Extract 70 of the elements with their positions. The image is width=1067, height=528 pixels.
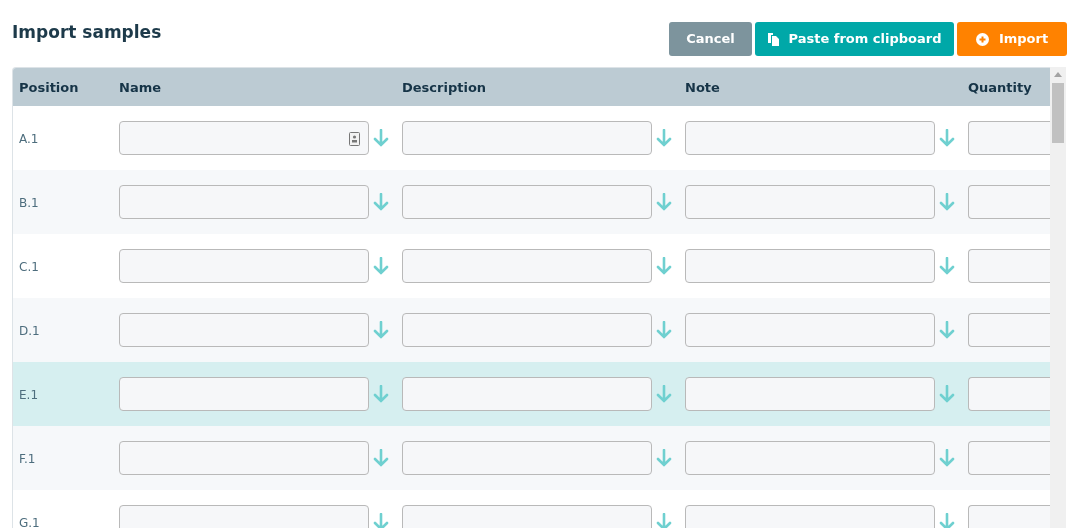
scrollbar-thumb[interactable] — [1052, 83, 1064, 143]
input-field[interactable] — [968, 249, 1050, 283]
column-header: Position — [19, 80, 79, 95]
position-cell: B.1 — [19, 196, 39, 210]
position-cell: F.1 — [19, 452, 36, 466]
column-header: Name — [119, 80, 161, 95]
copy-icon — [767, 32, 779, 46]
input-field[interactable] — [119, 249, 369, 283]
input-field[interactable] — [685, 441, 935, 475]
arrow-down-icon[interactable] — [656, 513, 672, 528]
column-header: Quantity — [968, 80, 1032, 95]
input-field[interactable] — [402, 377, 652, 411]
arrow-down-icon[interactable] — [373, 449, 389, 467]
input-field[interactable] — [402, 249, 652, 283]
contact-card-icon[interactable] — [349, 132, 360, 146]
paste-button[interactable]: Paste from clipboard — [755, 22, 954, 56]
input-field[interactable] — [402, 441, 652, 475]
input-field[interactable] — [968, 313, 1050, 347]
input-field[interactable] — [119, 185, 369, 219]
arrow-down-icon[interactable] — [939, 257, 955, 275]
position-cell: A.1 — [19, 132, 39, 146]
arrow-down-icon[interactable] — [656, 385, 672, 403]
input-field[interactable] — [685, 377, 935, 411]
arrow-down-icon[interactable] — [373, 513, 389, 528]
input-field[interactable] — [968, 441, 1050, 475]
arrow-down-icon[interactable] — [373, 257, 389, 275]
arrow-down-icon[interactable] — [373, 385, 389, 403]
table-row[interactable]: F.1 — [13, 426, 1050, 490]
input-field[interactable] — [119, 121, 369, 155]
position-cell: E.1 — [19, 388, 39, 402]
table-row[interactable]: D.1 — [13, 298, 1050, 362]
arrow-down-icon[interactable] — [939, 449, 955, 467]
input-field[interactable] — [685, 249, 935, 283]
plus-circle-icon — [975, 32, 989, 46]
column-header: Description — [402, 80, 487, 95]
arrow-down-icon[interactable] — [373, 193, 389, 211]
arrow-down-icon[interactable] — [373, 321, 389, 339]
input-field[interactable] — [685, 121, 935, 155]
arrow-down-icon[interactable] — [939, 129, 955, 147]
input-field[interactable] — [402, 121, 652, 155]
highlighted-row[interactable]: E.1 — [13, 362, 1050, 426]
input-field[interactable] — [685, 185, 935, 219]
input-field[interactable] — [968, 185, 1050, 219]
arrow-down-icon[interactable] — [656, 257, 672, 275]
arrow-down-icon[interactable] — [939, 513, 955, 528]
input-field[interactable] — [119, 441, 369, 475]
arrow-down-icon[interactable] — [656, 449, 672, 467]
position-cell: D.1 — [19, 324, 40, 338]
input-field[interactable] — [119, 377, 369, 411]
table-row[interactable]: B.1 — [13, 170, 1050, 234]
arrow-down-icon[interactable] — [656, 321, 672, 339]
input-field[interactable] — [968, 377, 1050, 411]
arrow-down-icon[interactable] — [939, 385, 955, 403]
input-field[interactable] — [119, 313, 369, 347]
scroll-up-icon[interactable] — [1054, 72, 1062, 77]
scrollbar[interactable] — [1050, 67, 1066, 528]
page-title: Import samples — [12, 21, 162, 44]
arrow-down-icon[interactable] — [656, 193, 672, 211]
position-cell: C.1 — [19, 260, 39, 274]
arrow-down-icon[interactable] — [939, 193, 955, 211]
input-field[interactable] — [402, 313, 652, 347]
arrow-down-icon[interactable] — [939, 321, 955, 339]
input-field[interactable] — [685, 313, 935, 347]
cancel-button[interactable]: Cancel — [669, 22, 752, 56]
arrow-down-icon[interactable] — [373, 129, 389, 147]
position-cell: G.1 — [19, 516, 40, 528]
input-field[interactable] — [402, 185, 652, 219]
input-field[interactable] — [968, 121, 1050, 155]
arrow-down-icon[interactable] — [656, 129, 672, 147]
column-header: Note — [685, 80, 720, 95]
